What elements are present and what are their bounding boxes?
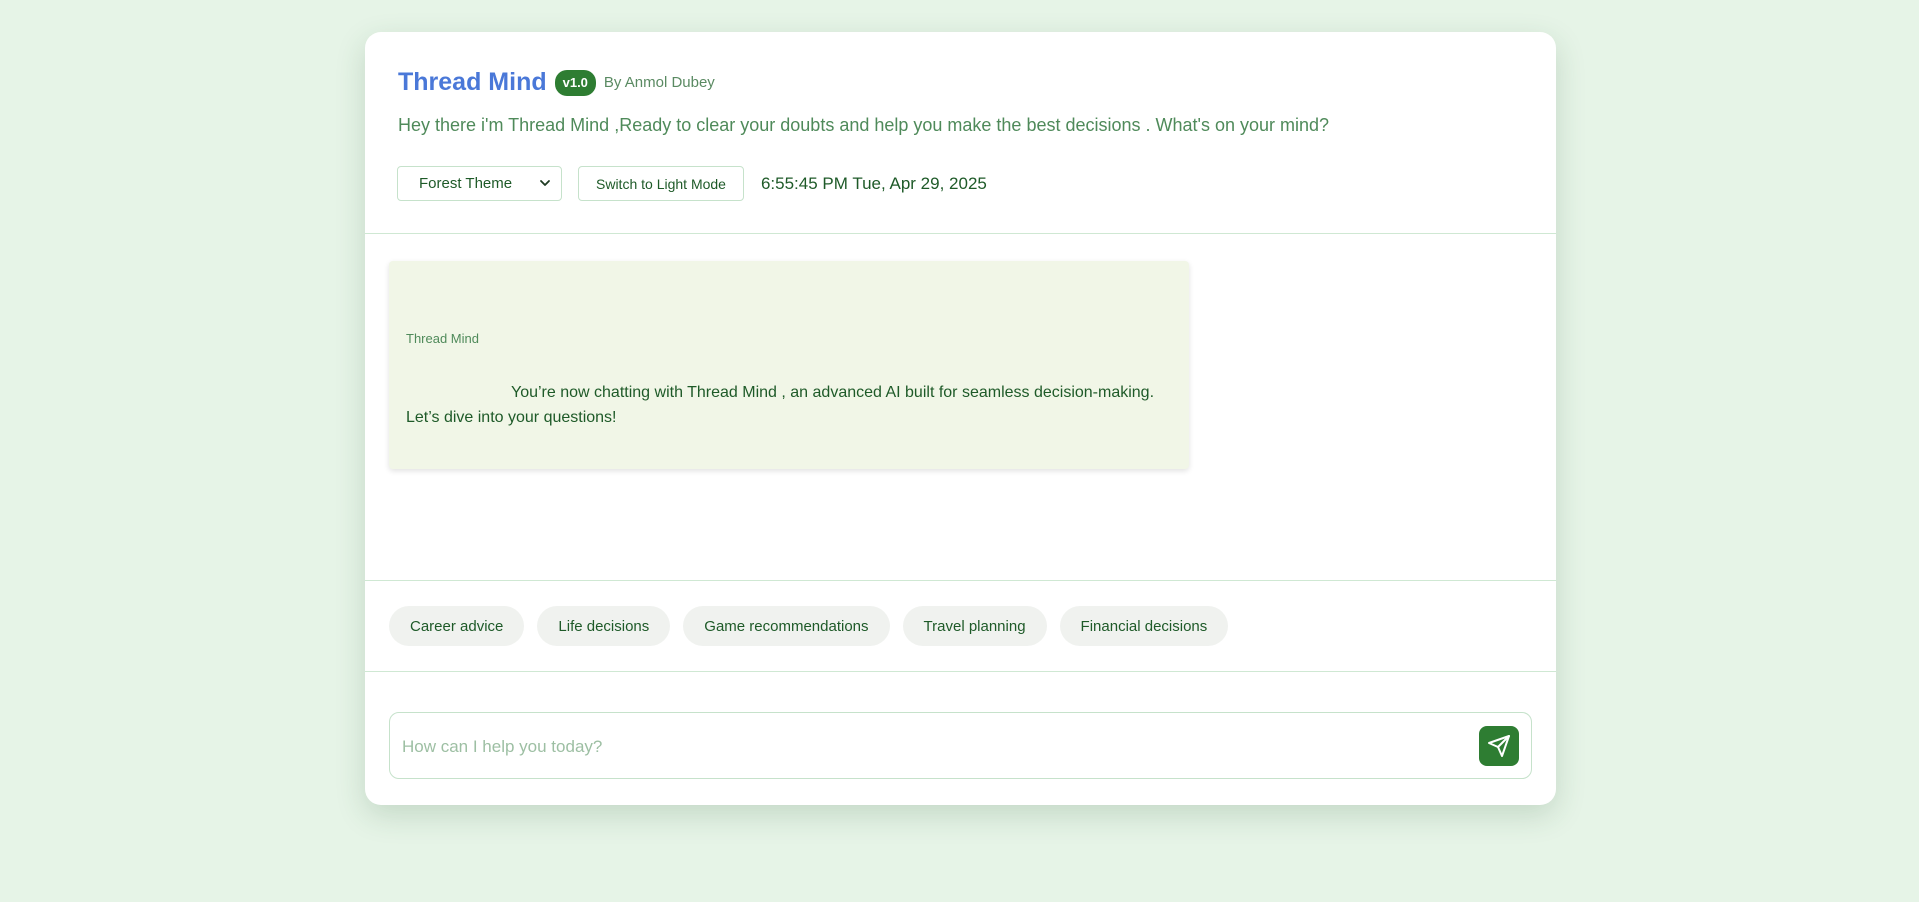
tagline: Hey there i'm Thread Mind ,Ready to clea… [398, 115, 1330, 135]
chevron-down-icon [540, 180, 550, 186]
input-area [365, 672, 1556, 805]
suggestion-chip-life-decisions[interactable]: Life decisions [537, 606, 671, 646]
app-title: Thread Mind [398, 68, 547, 96]
send-icon [1488, 735, 1510, 757]
chat-area[interactable]: Thread Mind You’re now chatting with Thr… [365, 234, 1556, 581]
suggestions-bar: Career advice Life decisions Game recomm… [365, 581, 1556, 672]
bot-message: Thread Mind You’re now chatting with Thr… [389, 261, 1189, 469]
header: Thread Mind v1.0 By Anmol Dubey Hey ther… [365, 32, 1556, 234]
suggestion-chips: Career advice Life decisions Game recomm… [389, 606, 1241, 646]
suggestion-chip-travel-planning[interactable]: Travel planning [902, 606, 1047, 646]
controls-row: Forest Theme Switch to Light Mode 6:55:4… [397, 166, 987, 201]
author-label: By Anmol Dubey [603, 74, 715, 91]
suggestion-chip-financial-decisions[interactable]: Financial decisions [1059, 606, 1229, 646]
message-sender: Thread Mind [406, 331, 479, 346]
theme-select-value: Forest Theme [419, 175, 513, 192]
message-text-container: You’re now chatting with Thread Mind , a… [406, 380, 1166, 430]
message-input-box [389, 712, 1532, 779]
suggestion-chip-game-recommendations[interactable]: Game recommendations [683, 606, 890, 646]
message-text: You’re now chatting with Thread Mind , a… [406, 384, 1155, 426]
title-row: Thread Mind v1.0 By Anmol Dubey [398, 68, 715, 97]
switch-mode-button[interactable]: Switch to Light Mode [578, 166, 744, 201]
send-button[interactable] [1479, 726, 1519, 766]
clock: 6:55:45 PM Tue, Apr 29, 2025 [760, 173, 987, 193]
version-badge: v1.0 [554, 69, 596, 96]
suggestion-chip-career-advice[interactable]: Career advice [389, 606, 525, 646]
chat-card: Thread Mind v1.0 By Anmol Dubey Hey ther… [365, 32, 1556, 805]
theme-select[interactable]: Forest Theme [397, 166, 562, 201]
message-input[interactable] [402, 733, 1462, 761]
